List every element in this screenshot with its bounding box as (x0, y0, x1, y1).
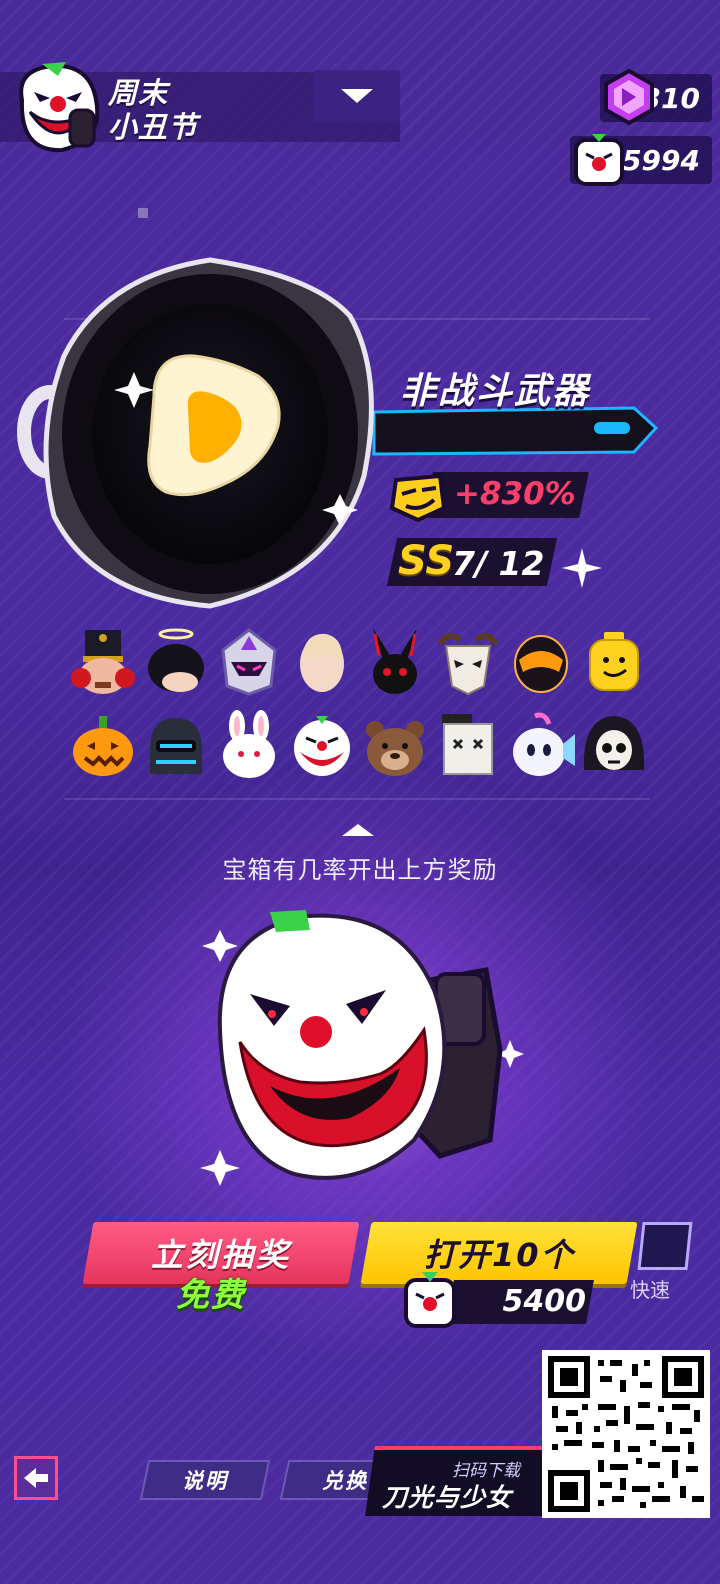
reward-item[interactable] (66, 704, 139, 788)
bonus-badge: +830% (388, 466, 589, 524)
black-hair-halo-icon (147, 628, 204, 692)
event-title: 周末 小丑节 (108, 76, 198, 144)
qr-code (542, 1350, 710, 1518)
clown-chest-image (200, 910, 524, 1186)
reward-item[interactable] (358, 620, 431, 704)
lego-head-icon (588, 632, 639, 691)
mech-helmet-icon (220, 628, 277, 696)
reward-item[interactable] (139, 704, 212, 788)
reward-item[interactable] (285, 704, 358, 788)
skull-hood-icon (583, 716, 644, 770)
expand-caret-icon[interactable] (342, 824, 374, 836)
divider (64, 798, 650, 800)
clown-token-balance: 5994 (570, 134, 712, 186)
purple-gem-icon (604, 68, 654, 126)
help-button[interactable]: 说明 (139, 1460, 271, 1500)
reward-item[interactable] (285, 620, 358, 704)
clown-token-icon (404, 1272, 456, 1328)
free-label: 免费 (176, 1275, 246, 1314)
sparkle-icon (562, 548, 602, 588)
sparkle-dot (138, 208, 148, 218)
reward-item[interactable] (358, 704, 431, 788)
clown-event-icon (19, 62, 100, 153)
arrow-left-icon (24, 1468, 48, 1488)
visor-helmet-icon (513, 635, 568, 693)
reward-item[interactable] (504, 704, 577, 788)
white-bunny-icon (222, 710, 275, 778)
bear-head-icon (365, 721, 424, 776)
reward-item[interactable] (212, 620, 285, 704)
horned-skull-icon (436, 632, 499, 696)
help-label: 说明 (182, 1469, 228, 1493)
reward-item[interactable] (431, 704, 504, 788)
event-dropdown-button[interactable] (314, 70, 400, 122)
reward-grid (66, 620, 656, 788)
reward-item[interactable] (577, 704, 650, 788)
reward-item[interactable] (431, 620, 504, 704)
clown-token-count: 5994 (622, 143, 700, 177)
rank-count: 7/ 12 (452, 544, 545, 583)
qr-code-icon (548, 1356, 704, 1512)
event-title-line1: 周末 (108, 76, 169, 110)
black-bunny-icon (372, 628, 417, 694)
reward-item[interactable] (66, 620, 139, 704)
clown-head-icon (293, 716, 350, 776)
chevron-down-icon (341, 89, 373, 103)
item-category-label: 非战斗武器 (400, 371, 591, 412)
gem-balance: 310 (600, 68, 712, 126)
pumpkin-icon (72, 716, 133, 776)
fish-head-icon (512, 712, 575, 776)
rank-grade: SS (398, 538, 455, 584)
redeem-label: 兑换 (322, 1469, 368, 1493)
reward-item[interactable] (577, 620, 650, 704)
box-head-icon (441, 714, 493, 775)
open-ten-cost: 5400 (400, 1272, 600, 1332)
robot-knight-icon (149, 718, 202, 774)
nutcracker-hat-icon (70, 630, 135, 694)
rank-progress: SS 7/ 12 (386, 536, 558, 588)
quick-open-checkbox[interactable] (637, 1222, 693, 1270)
reward-item[interactable] (212, 704, 285, 788)
promo-title: 刀光与少女 (382, 1483, 513, 1512)
back-button[interactable] (14, 1456, 58, 1500)
reward-item[interactable] (139, 620, 212, 704)
clown-token-icon (574, 134, 624, 186)
open-ten-cost-value: 5400 (502, 1284, 587, 1319)
smirk-face-icon (389, 473, 446, 523)
bonus-percent: +830% (454, 476, 576, 512)
blonde-hair-icon (299, 633, 344, 692)
reward-item[interactable] (504, 620, 577, 704)
chest-hint: 宝箱有几率开出上方奖励 (222, 856, 498, 884)
quick-open-label: 快速 (630, 1278, 670, 1302)
event-title-line2: 小丑节 (108, 110, 199, 144)
